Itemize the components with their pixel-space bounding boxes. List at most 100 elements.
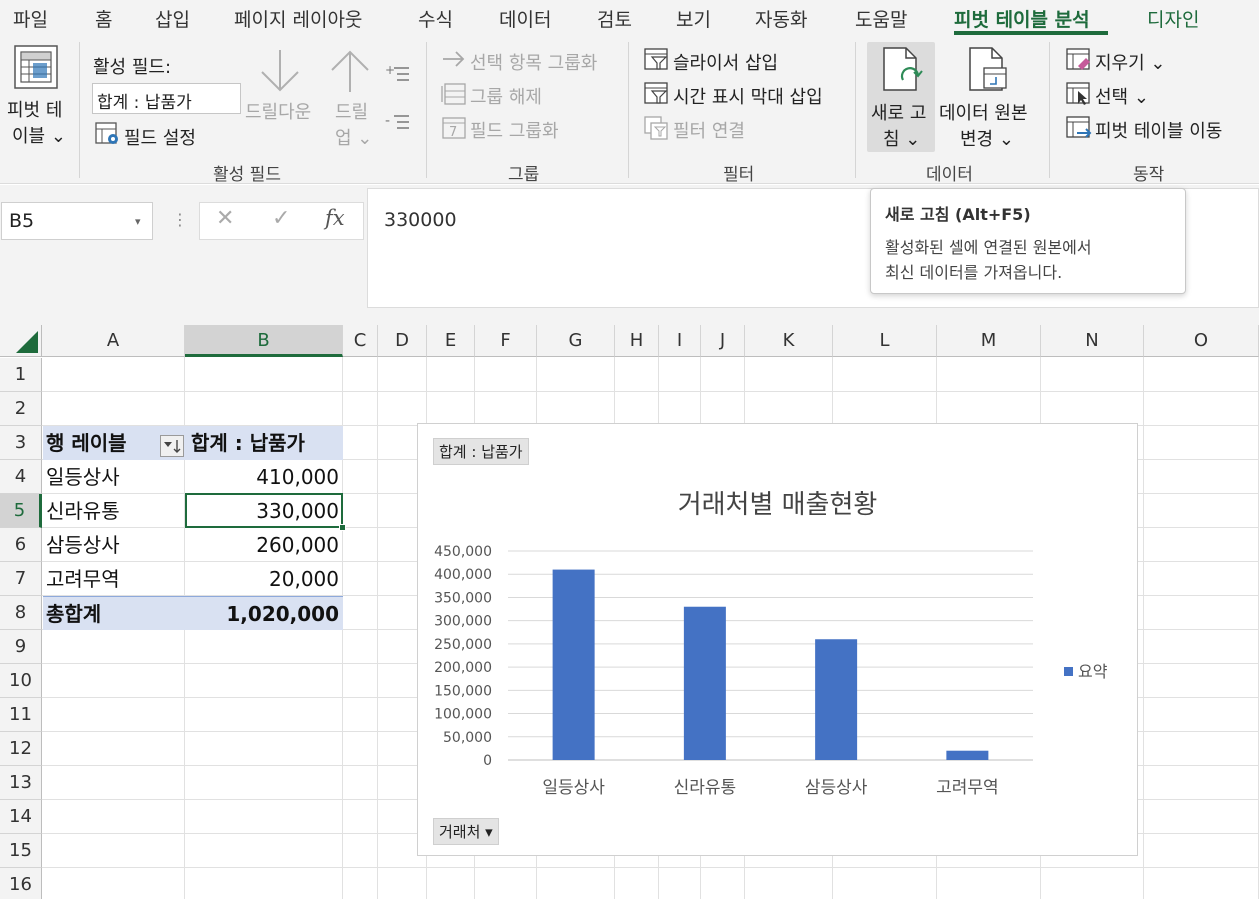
pivot-row-label[interactable]: 신라유통 [43,494,185,528]
slicer-icon[interactable] [644,48,670,72]
tab-pivottable-analyze[interactable]: 피벗 테이블 분석 [954,5,1090,32]
column-header-l[interactable]: L [833,325,937,357]
enter-icon[interactable]: ✓ [272,206,290,231]
column-header-k[interactable]: K [745,325,833,357]
row-header-8[interactable]: 8 [0,596,42,630]
column-header-a[interactable]: A [42,325,185,357]
filter-connections-button[interactable]: 필터 연결 [673,117,745,143]
more-icon[interactable]: ⋮ [172,210,188,229]
move-pivot-table-button[interactable]: 피벗 테이블 이동 [1095,117,1222,143]
pivot-table-icon[interactable] [13,44,59,90]
column-header-d[interactable]: D [378,325,427,357]
row-header-10[interactable]: 10 [0,664,42,698]
pivot-row-value[interactable]: 410,000 [185,460,343,494]
worksheet-grid[interactable]: ABCDEFGHIJKLMNO 1 2 3 4 5 6 7 8 9 10 11 12 13 14 15 16 … [0,325,1259,899]
pivot-grand-total-value[interactable]: 1,020,000 [185,596,343,630]
ribbon-tab-bar: 파일 홈 삽입 페이지 레이아웃 수식 데이터 검토 보기 자동화 도움말 피벗… [0,0,1259,36]
select-all-button[interactable] [0,325,42,357]
name-box-dropdown-icon[interactable]: ▾ [135,215,141,228]
row-labels-filter-button[interactable] [160,435,184,457]
insert-slicer-button[interactable]: 슬라이서 삽입 [673,49,778,75]
column-header-j[interactable]: J [701,325,745,357]
pivot-row-label[interactable]: 일등상사 [43,460,185,494]
row-header-1[interactable]: 1 [0,358,42,392]
insert-timeline-button[interactable]: 시간 표시 막대 삽입 [673,83,823,109]
row-header-4[interactable]: 4 [0,460,42,494]
tab-automate[interactable]: 자동화 [755,5,807,32]
active-field-input[interactable]: 합계 : 납품가 [92,83,241,114]
column-header-n[interactable]: N [1041,325,1144,357]
pivot-row-value[interactable]: 260,000 [185,528,343,562]
drill-up-button-label-2[interactable]: 업 ⌄ [335,124,372,150]
row-header-11[interactable]: 11 [0,698,42,732]
row-header-2[interactable]: 2 [0,392,42,426]
cancel-icon[interactable]: ✕ [216,206,234,231]
expand-field-icon[interactable]: + [385,64,411,84]
row-header-7[interactable]: 7 [0,562,42,596]
move-pivot-table-icon[interactable] [1066,116,1092,140]
clear-icon[interactable] [1066,48,1092,72]
column-header-e[interactable]: E [427,325,475,357]
timeline-icon[interactable] [644,82,670,106]
row-header-16[interactable]: 16 [0,868,42,899]
group-field-button[interactable]: 필드 그룹화 [470,117,559,143]
chart-axis-field-button[interactable]: 거래처 ▾ [433,818,499,845]
insert-function-button[interactable]: fx [325,206,345,230]
refresh-icon[interactable] [880,46,924,94]
row-header-5[interactable]: 5 [0,494,42,528]
group-label-filter: 필터 [723,165,755,185]
row-header-14[interactable]: 14 [0,800,42,834]
ungroup-button[interactable]: 그룹 해제 [470,83,542,109]
row-header-15[interactable]: 15 [0,834,42,868]
row-header-6[interactable]: 6 [0,528,42,562]
collapse-field-icon[interactable]: - [385,112,411,132]
change-data-source-button-label-2[interactable]: 변경 ⌄ [960,125,1014,151]
tab-design[interactable]: 디자인 [1147,5,1199,32]
tab-home[interactable]: 홈 [95,5,112,32]
change-data-source-icon[interactable] [966,46,1010,94]
select-button[interactable]: 선택 ⌄ [1095,83,1149,109]
column-header-o[interactable]: O [1144,325,1259,357]
change-data-source-button-label-1[interactable]: 데이터 원본 [939,99,1028,125]
pivot-table-button-label-2[interactable]: 이블 ⌄ [12,122,66,148]
row-header-9[interactable]: 9 [0,630,42,664]
drill-up-button-label-1[interactable]: 드릴 [335,98,368,124]
pivot-grand-total-label[interactable]: 총합계 [43,596,185,630]
row-header-12[interactable]: 12 [0,732,42,766]
name-box[interactable]: B5 [1,202,153,240]
group-selection-button[interactable]: 선택 항목 그룹화 [470,49,597,75]
pivot-values-header[interactable]: 합계 : 납품가 [185,426,343,460]
tab-insert[interactable]: 삽입 [155,5,190,32]
column-header-f[interactable]: F [475,325,537,357]
select-icon[interactable] [1066,82,1092,106]
clear-button[interactable]: 지우기 ⌄ [1095,49,1165,75]
column-header-b[interactable]: B [185,325,343,357]
column-header-m[interactable]: M [937,325,1041,357]
pivot-chart[interactable]: 합계 : 납품가 거래처별 매출현황 0 50,000 100,000 150,000… [417,423,1138,856]
pivot-row-label[interactable]: 삼등상사 [43,528,185,562]
refresh-button-label-2[interactable]: 침 ⌄ [883,125,920,151]
drill-up-icon[interactable] [328,48,372,94]
column-header-h[interactable]: H [615,325,659,357]
pivot-table-button-label-1[interactable]: 피벗 테 [7,96,62,122]
column-header-i[interactable]: I [659,325,701,357]
tab-page-layout[interactable]: 페이지 레이아웃 [234,5,362,32]
refresh-button-label-1[interactable]: 새로 고 [871,99,926,125]
column-header-c[interactable]: C [343,325,378,357]
drill-down-button[interactable]: 드릴다운 [245,98,311,124]
tab-formulas[interactable]: 수식 [418,5,453,32]
tab-file[interactable]: 파일 [13,5,48,32]
pivot-row-label[interactable]: 고려무역 [43,562,185,596]
column-header-g[interactable]: G [537,325,615,357]
row-header-3[interactable]: 3 [0,426,42,460]
tab-review[interactable]: 검토 [597,5,632,32]
row-header-13[interactable]: 13 [0,766,42,800]
field-settings-icon[interactable] [95,122,121,146]
field-settings-button[interactable]: 필드 설정 [124,124,196,150]
pivot-row-value[interactable]: 20,000 [185,562,343,596]
drill-down-icon[interactable] [258,48,302,94]
tab-data[interactable]: 데이터 [499,5,551,32]
tab-help[interactable]: 도움말 [855,5,907,32]
fill-handle[interactable] [339,524,346,531]
tab-view[interactable]: 보기 [676,5,711,32]
